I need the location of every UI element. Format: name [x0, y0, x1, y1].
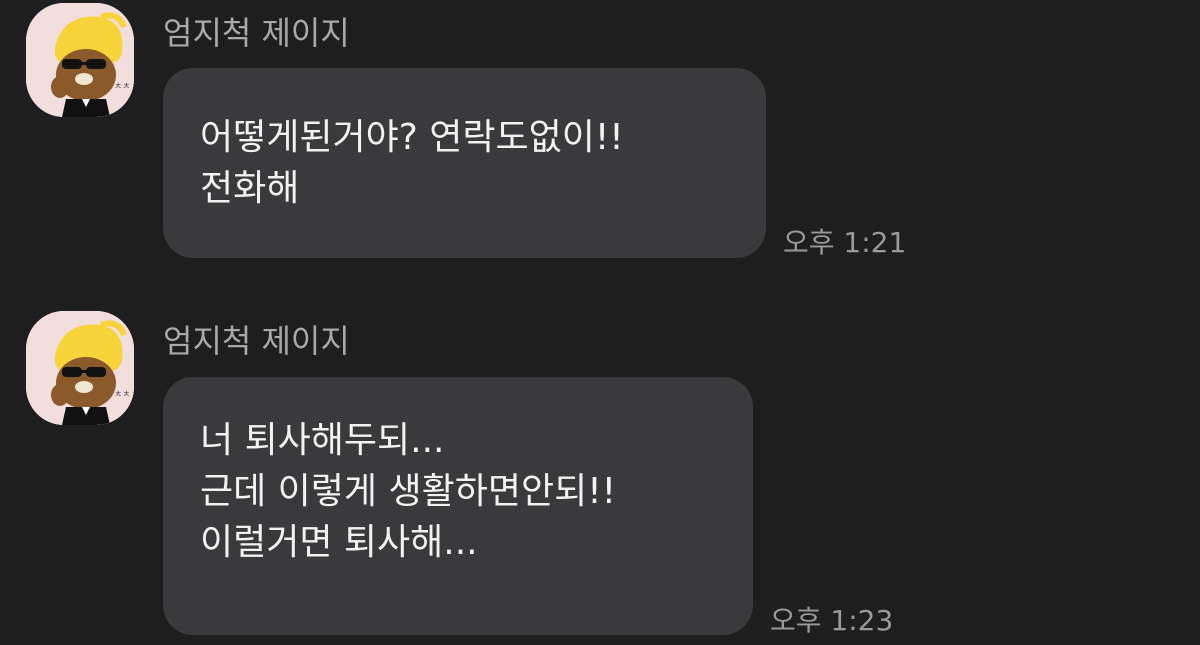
sender-name: 엄지척 제이지: [163, 14, 350, 52]
svg-text:ㅊㅊ: ㅊㅊ: [114, 82, 131, 92]
sender-avatar[interactable]: ㅊㅊ: [26, 3, 134, 117]
ryan-thumbs-up-avatar-icon: ㅊㅊ: [26, 311, 134, 425]
message-line: 전화해: [200, 168, 300, 209]
message-line: 어떻게된거야? 연락도없이!!: [200, 117, 624, 158]
message-line: 근데 이렇게 생활하면안되!!: [200, 471, 617, 512]
svg-text:ㅊㅊ: ㅊㅊ: [114, 390, 131, 400]
message-timestamp: 오후 1:21: [783, 226, 907, 259]
chat-room: ㅊㅊ 엄지척 제이지 어떻게된거야? 연락도없이!! 전화해 오후 1:21 ㅊ…: [0, 0, 1200, 645]
message-timestamp: 오후 1:23: [770, 604, 894, 637]
sender-avatar[interactable]: ㅊㅊ: [26, 311, 134, 425]
message-bubble[interactable]: 어떻게된거야? 연락도없이!! 전화해: [163, 68, 766, 258]
ryan-thumbs-up-avatar-icon: ㅊㅊ: [26, 3, 134, 117]
message-bubble[interactable]: 너 퇴사해두되... 근데 이렇게 생활하면안되!! 이럴거면 퇴사해...: [163, 377, 753, 635]
sender-name: 엄지척 제이지: [163, 322, 350, 360]
message-line: 너 퇴사해두되...: [200, 420, 445, 461]
message-line: 이럴거면 퇴사해...: [200, 522, 478, 563]
